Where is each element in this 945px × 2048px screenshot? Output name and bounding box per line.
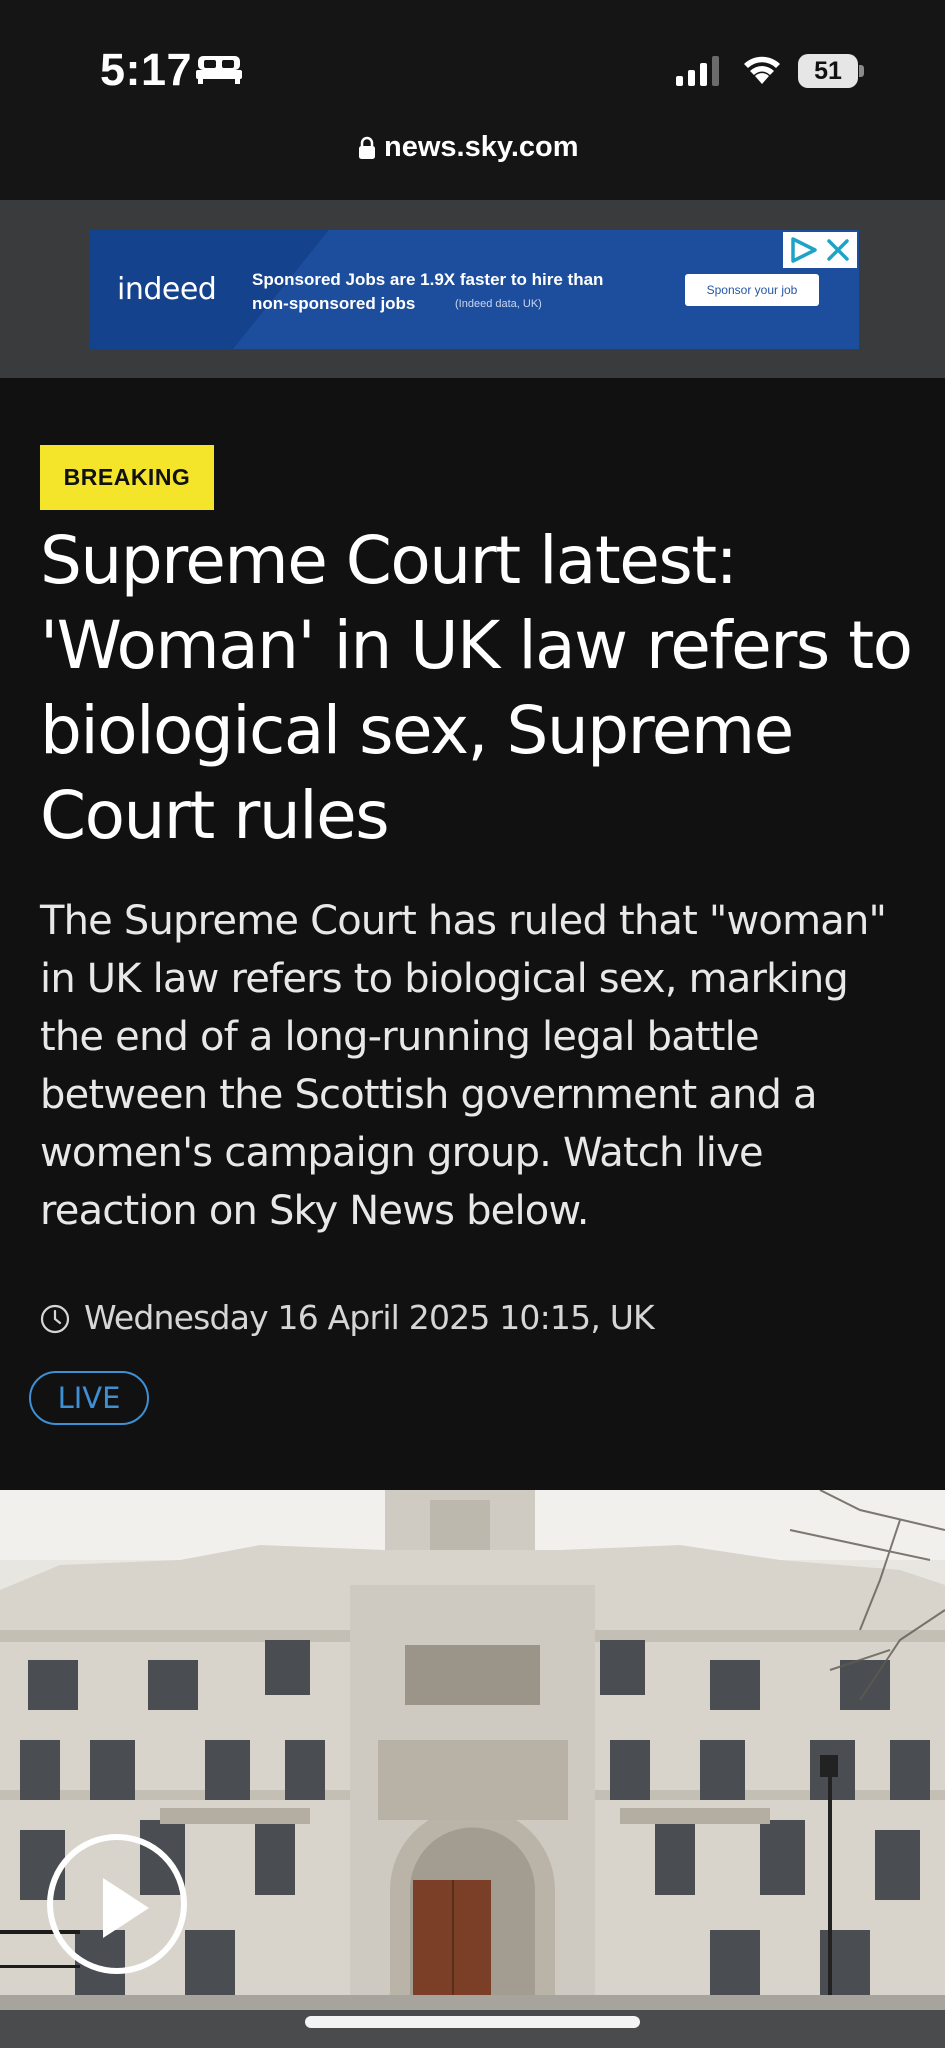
home-indicator[interactable] [305, 2016, 640, 2028]
article-standfirst: The Supreme Court has ruled that "woman"… [40, 898, 887, 1234]
play-icon[interactable] [47, 1834, 187, 1974]
ad-note: (Indeed data, UK) [455, 298, 542, 310]
ad-text-line1: Sponsored Jobs are 1.9X faster to hire t… [252, 270, 604, 289]
battery-icon: 51 [798, 54, 864, 88]
lock-icon [359, 136, 375, 159]
breaking-badge: BREAKING [40, 445, 214, 510]
live-badge[interactable]: LIVE [29, 1371, 149, 1425]
url-text[interactable]: news.sky.com [384, 131, 579, 164]
bed-icon [196, 56, 242, 84]
ad-cta-button[interactable]: Sponsor your job [685, 274, 819, 306]
signal-icon [676, 56, 719, 86]
article-headline: Supreme Court latest: 'Woman' in UK law … [40, 522, 913, 854]
status-time: 5:17 [100, 44, 193, 95]
ad-banner[interactable]: indeed Sponsored Jobs are 1.9X faster to… [89, 230, 859, 349]
adchoices-icon[interactable] [789, 237, 819, 263]
adchoices-box[interactable] [783, 232, 857, 268]
ad-brand-logo: indeed [117, 272, 217, 307]
close-icon[interactable] [825, 237, 851, 263]
battery-level: 51 [814, 57, 842, 85]
wifi-icon [744, 56, 780, 84]
article-timestamp: Wednesday 16 April 2025 10:15, UK [84, 1298, 655, 1337]
clock-icon [40, 1304, 70, 1334]
ad-text-line2: non-sponsored jobs [252, 294, 416, 313]
